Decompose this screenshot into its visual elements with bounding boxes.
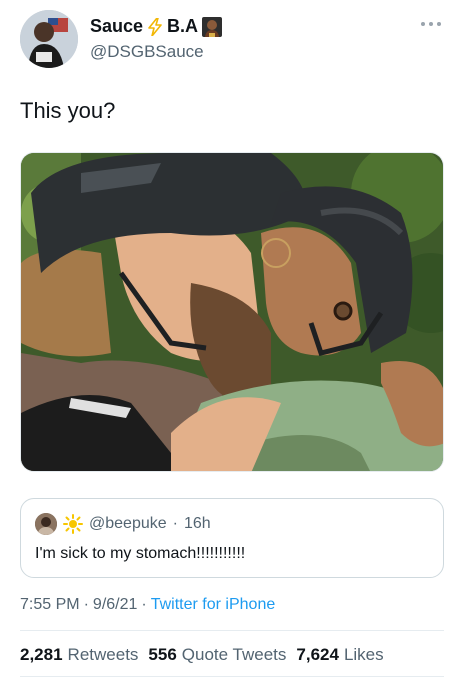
tweet-text: This you? [20,98,116,123]
retweets-label: Retweets [67,645,139,664]
tweet-photo[interactable] [20,152,444,472]
retweets-stat[interactable]: 2,281 Retweets [20,645,138,665]
quote-author-handle: @beepuke [89,515,167,532]
divider [20,630,444,631]
retweets-count: 2,281 [20,645,63,664]
likes-label: Likes [343,645,384,664]
tweet-header: Sauce B.A @DSGBSauce [20,10,444,68]
quote-author-avatar [35,513,57,535]
tweet-source-link[interactable]: Twitter for iPhone [151,596,276,614]
meta-separator: · [83,596,89,613]
person-emoji-icon [202,16,223,37]
quote-timestamp: 16h [183,515,211,532]
author-display-name[interactable]: Sauce [90,16,143,37]
tweet-date[interactable]: 9/6/21 [93,596,137,614]
author-avatar[interactable] [20,10,78,68]
likes-stat[interactable]: 7,624 Likes [296,645,383,665]
tweet-stats: 2,281 Retweets 556 Quote Tweets 7,624 Li… [20,645,384,665]
likes-count: 7,624 [296,645,339,664]
divider [20,676,444,677]
author-handle[interactable]: @DSGBSauce [90,42,204,62]
sun-icon [63,514,83,534]
quote-text: I'm sick to my stomach!!!!!!!!!!! [35,545,246,562]
quote-tweet[interactable]: @beepuke · 16h I'm sick to my stomach!!!… [20,498,444,578]
quote-tweets-label: Quote Tweets [181,645,287,664]
meta-separator: · [141,596,147,613]
more-dot-icon [429,22,433,26]
more-dot-icon [421,22,425,26]
quote-tweets-count: 556 [148,645,177,664]
lightning-bolt-icon [147,16,163,37]
more-dot-icon [437,22,441,26]
author-name-row: Sauce B.A [90,16,223,37]
tweet: Sauce B.A @DSGBSauce This you? @beepuke … [0,0,464,680]
quote-separator: · [172,515,178,532]
tweet-time[interactable]: 7:55 PM [20,596,80,614]
more-options-button[interactable] [418,14,444,34]
author-display-name-suffix[interactable]: B.A [167,16,198,37]
tweet-meta: 7:55 PM · 9/6/21 · Twitter for iPhone [20,596,275,614]
quote-header: @beepuke · 16h [35,513,211,535]
quote-tweets-stat[interactable]: 556 Quote Tweets [148,645,286,665]
